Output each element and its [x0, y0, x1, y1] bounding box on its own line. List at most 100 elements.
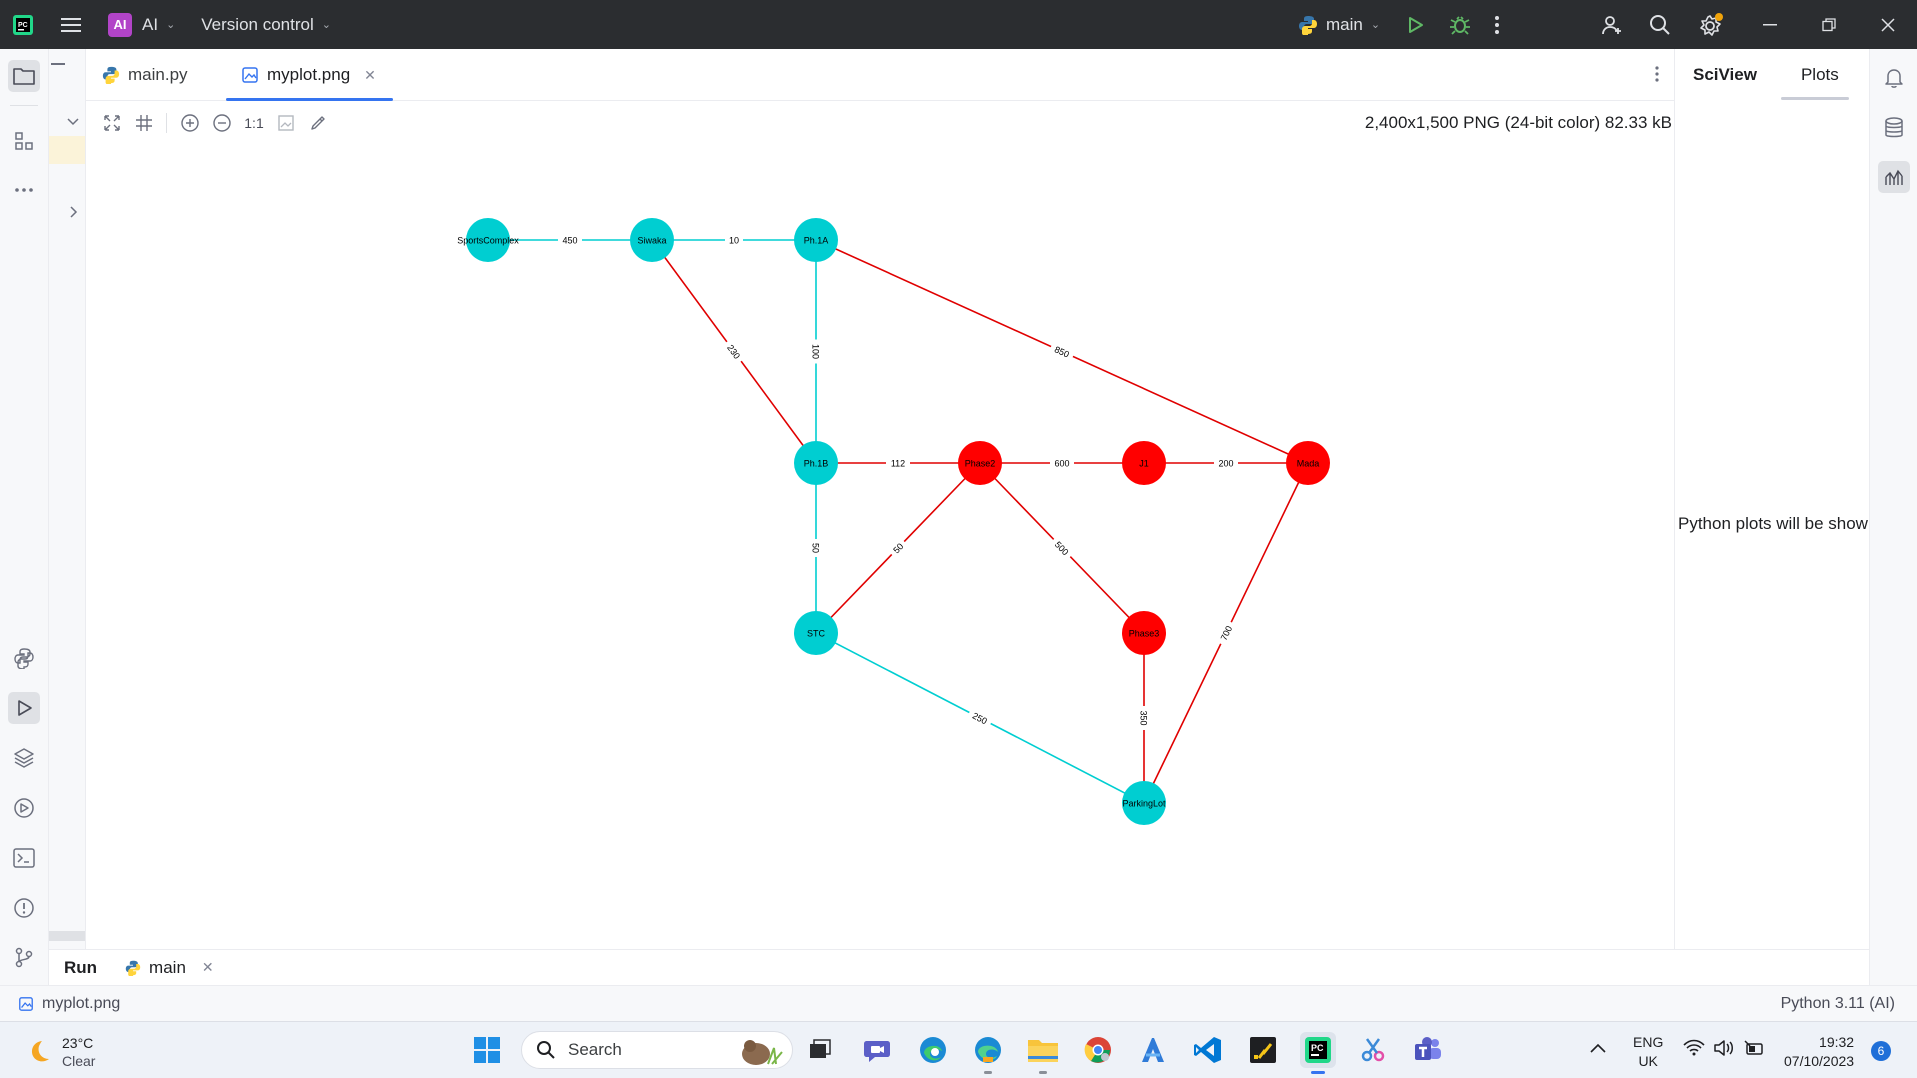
- git-tool-button[interactable]: [8, 941, 40, 973]
- terminal-tool-button[interactable]: [8, 842, 40, 874]
- project-selector[interactable]: AI AI ⌄: [108, 0, 175, 49]
- status-file-breadcrumb[interactable]: myplot.png: [18, 995, 120, 1013]
- tab-main-py[interactable]: main.py: [102, 49, 188, 101]
- fit-to-window-icon: [104, 115, 120, 131]
- chevron-down-icon: ⌄: [1370, 19, 1381, 31]
- run-tab-main[interactable]: main ✕: [125, 958, 214, 978]
- edge-weight-label: 250: [966, 707, 994, 729]
- edge-weight-label: 10: [725, 234, 743, 246]
- more-actions-button[interactable]: [1494, 0, 1500, 49]
- toggle-grid-button[interactable]: [128, 107, 160, 139]
- python-console-button[interactable]: [8, 642, 40, 674]
- zoom-in-button[interactable]: [174, 107, 206, 139]
- actual-size-button[interactable]: 1:1: [238, 107, 270, 139]
- snipping-tool-app[interactable]: [1355, 1032, 1391, 1068]
- chevron-right-icon[interactable]: [70, 205, 78, 223]
- svg-text:PC: PC: [1311, 1043, 1324, 1053]
- taskbar-search[interactable]: Search: [521, 1031, 793, 1069]
- zoom-out-button[interactable]: [206, 107, 238, 139]
- chevron-down-icon[interactable]: [67, 113, 79, 131]
- background-toggle-button[interactable]: [270, 107, 302, 139]
- notification-count-badge[interactable]: 6: [1871, 1041, 1891, 1061]
- graph-node-label: Phase2: [965, 459, 996, 469]
- run-config-selector[interactable]: main ⌄: [1298, 0, 1380, 49]
- azure-data-studio-app[interactable]: [1135, 1032, 1171, 1068]
- search-icon: [537, 1041, 555, 1059]
- task-view-icon: [810, 1039, 831, 1058]
- system-tray-quick-settings[interactable]: [1683, 1039, 1765, 1057]
- teams-app[interactable]: [1410, 1032, 1446, 1068]
- run-config-label: main: [1326, 14, 1363, 34]
- plot-chart-icon: [1885, 169, 1903, 185]
- tab-plots[interactable]: Plots: [1801, 65, 1839, 85]
- run-button[interactable]: [1405, 0, 1425, 49]
- main-menu-icon[interactable]: [46, 0, 96, 49]
- structure-tool-button[interactable]: [8, 125, 40, 157]
- teams-chat-app[interactable]: [860, 1032, 896, 1068]
- active-app-indicator: [1311, 1071, 1325, 1074]
- database-tool-button[interactable]: [1878, 112, 1910, 144]
- python-console-icon: [14, 648, 34, 669]
- minimize-button[interactable]: [1741, 0, 1799, 49]
- start-button[interactable]: [469, 1032, 505, 1068]
- more-horizontal-icon: [15, 188, 33, 192]
- more-tools-button[interactable]: [8, 174, 40, 206]
- show-hidden-icons-button[interactable]: [1590, 1040, 1606, 1058]
- close-tab-icon[interactable]: ✕: [364, 67, 376, 84]
- vscode-icon: [1194, 1037, 1221, 1063]
- project-tool-button[interactable]: [8, 60, 40, 92]
- debug-button[interactable]: [1449, 0, 1471, 49]
- tab-myplot-png[interactable]: myplot.png ✕: [241, 49, 376, 101]
- hide-panel-icon[interactable]: [51, 63, 65, 65]
- pycharm-logo-icon[interactable]: PC: [0, 0, 46, 49]
- color-picker-button[interactable]: [302, 107, 334, 139]
- restore-button[interactable]: [1800, 0, 1858, 49]
- run-icon: [18, 700, 32, 716]
- project-panel: [49, 49, 86, 949]
- weather-widget[interactable]: 23°C Clear: [22, 1034, 95, 1070]
- python-interpreter-selector[interactable]: Python 3.11 (AI): [1781, 995, 1895, 1013]
- python-packages-button[interactable]: [8, 742, 40, 774]
- tab-options-button[interactable]: [1654, 65, 1660, 88]
- fit-zoom-button[interactable]: [96, 107, 128, 139]
- problems-tool-button[interactable]: [8, 892, 40, 924]
- task-view-button[interactable]: [802, 1032, 838, 1068]
- windows-taskbar: 23°C Clear Search PC ENG UK 19:32 07/10/…: [0, 1021, 1917, 1078]
- edge-weight-label: 50: [810, 539, 822, 557]
- chrome-browser-app[interactable]: [1080, 1032, 1116, 1068]
- edge-dev-browser-app[interactable]: [970, 1032, 1006, 1074]
- graph-node-label: Phase3: [1129, 629, 1160, 639]
- services-tool-button[interactable]: [8, 792, 40, 824]
- pycharm-icon: PC: [1305, 1037, 1331, 1063]
- minimize-icon: [1763, 23, 1777, 25]
- vcs-selector[interactable]: Version control ⌄: [201, 0, 331, 49]
- search-label: Search: [568, 1040, 622, 1059]
- settings-button[interactable]: [1698, 0, 1724, 49]
- sciview-title: SciView: [1693, 65, 1757, 84]
- file-explorer-app[interactable]: [1025, 1032, 1061, 1074]
- run-title: Run: [64, 957, 98, 977]
- search-everywhere-button[interactable]: [1649, 0, 1671, 49]
- close-window-button[interactable]: [1859, 0, 1917, 49]
- divider: [10, 105, 38, 106]
- edge-browser-app[interactable]: [915, 1032, 951, 1068]
- python-icon: [125, 960, 141, 976]
- horizontal-scrollbar[interactable]: [49, 931, 85, 941]
- sciview-tool-button[interactable]: [1878, 161, 1910, 193]
- image-canvas: 450 10 230 100 850 112 50 600 50 500 200 250 350 700 …: [86, 144, 1674, 944]
- pycharm-app[interactable]: PC: [1300, 1032, 1336, 1074]
- sublime-app[interactable]: [1245, 1032, 1281, 1068]
- notifications-button[interactable]: [1878, 62, 1910, 94]
- project-badge: AI: [108, 12, 132, 37]
- vscode-app[interactable]: [1190, 1032, 1226, 1068]
- tab-label: main.py: [128, 65, 188, 84]
- selected-tree-row[interactable]: [49, 136, 85, 164]
- close-tab-icon[interactable]: ✕: [202, 959, 214, 976]
- clock[interactable]: 19:32 07/10/2023: [1784, 1033, 1854, 1071]
- code-with-me-button[interactable]: [1600, 0, 1624, 49]
- run-tool-button[interactable]: [8, 692, 40, 724]
- weather-description: Clear: [62, 1053, 96, 1069]
- chevron-down-icon: ⌄: [321, 19, 331, 31]
- zoom-out-icon: [213, 114, 231, 132]
- language-indicator[interactable]: ENG UK: [1633, 1033, 1663, 1071]
